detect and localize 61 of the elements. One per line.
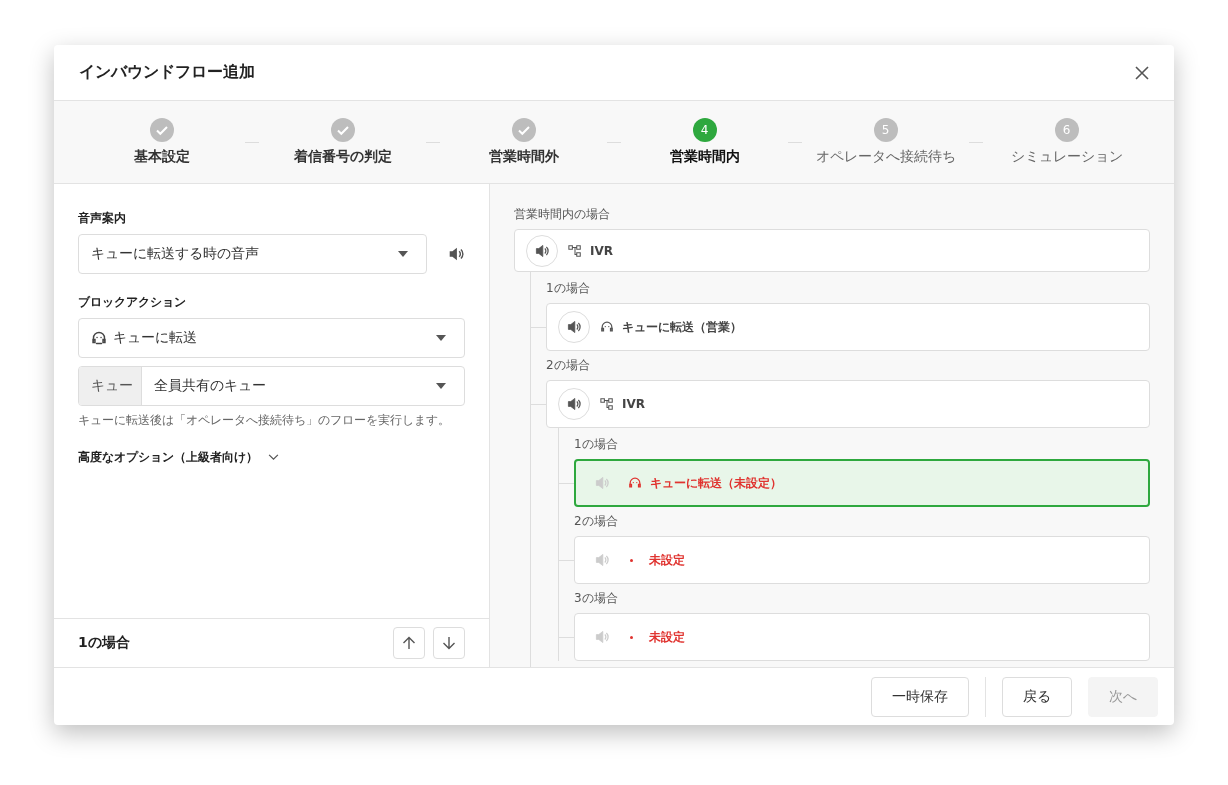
- arrow-down-icon: [442, 636, 456, 650]
- flow-node[interactable]: キューに転送（営業）: [546, 303, 1150, 351]
- chevron-icon: [268, 454, 279, 461]
- branch-icon: [600, 397, 614, 411]
- dialog-title: インバウンドフロー追加: [79, 62, 255, 83]
- caret-icon: [436, 335, 446, 341]
- node-label: 未設定: [649, 628, 685, 646]
- speaker-icon: [594, 552, 610, 568]
- caret-icon: [398, 251, 408, 257]
- action-select[interactable]: キューに転送: [78, 318, 465, 358]
- hint-text: キューに転送後は「オペレータへ接続待ち」のフローを実行します。: [78, 412, 451, 429]
- step-number: 6: [1054, 118, 1079, 142]
- node-label: IVR: [590, 243, 613, 258]
- headset-icon: [91, 330, 107, 346]
- footer-button[interactable]: 一時保存: [871, 676, 969, 717]
- flow-node[interactable]: IVR: [546, 380, 1150, 428]
- field-label: ブロックアクション: [78, 294, 187, 311]
- dot-icon: [630, 635, 633, 639]
- step-label[interactable]: 着信番号の判定: [293, 148, 392, 166]
- speaker-icon: [534, 242, 550, 259]
- voice-select[interactable]: キューに転送する時の音声: [78, 234, 427, 274]
- advanced-toggle[interactable]: 高度なオプション（上級者向け）: [78, 449, 465, 466]
- step-label[interactable]: オペレータへ接続待ち: [815, 148, 956, 166]
- flow-node[interactable]: 未設定: [574, 613, 1150, 661]
- queue-select[interactable]: キュー 全員共有のキュー: [78, 366, 465, 406]
- step-number: 4: [692, 118, 717, 142]
- close-icon[interactable]: [1135, 65, 1149, 80]
- case-label: 1の場合: [546, 280, 591, 297]
- node-label: キューに転送（営業）: [622, 318, 742, 336]
- speaker-icon: [566, 396, 582, 412]
- case-label: 2の場合: [574, 513, 619, 530]
- footer-button[interactable]: 戻る: [1002, 676, 1072, 717]
- move-up-button[interactable]: [393, 627, 425, 659]
- dot-icon: [630, 558, 633, 562]
- speaker-icon: [594, 629, 610, 645]
- case-label: 3の場合: [574, 590, 619, 607]
- node-label: キューに転送（未設定）: [650, 474, 782, 492]
- case-label: 2の場合: [546, 357, 591, 374]
- case-title: 1の場合: [78, 634, 131, 652]
- flow-node[interactable]: キューに転送（未設定）: [574, 459, 1150, 507]
- step-label[interactable]: 基本設定: [133, 148, 190, 166]
- step-label[interactable]: シミュレーション: [1010, 148, 1123, 166]
- flow-node[interactable]: 未設定: [574, 536, 1150, 584]
- step-number: 5: [873, 118, 898, 142]
- case-label: 1の場合: [574, 436, 619, 453]
- headset-icon: [628, 476, 642, 490]
- case-label: 営業時間内の場合: [514, 206, 611, 223]
- step-label[interactable]: 営業時間内: [669, 148, 740, 166]
- node-label: 未設定: [649, 551, 685, 569]
- step-label[interactable]: 営業時間外: [488, 148, 559, 166]
- field-label: 音声案内: [78, 210, 127, 227]
- headset-icon: [600, 320, 614, 334]
- speaker-icon: [566, 319, 582, 335]
- move-down-button[interactable]: [433, 627, 465, 659]
- caret-icon: [436, 383, 446, 389]
- flow-node[interactable]: IVR: [514, 229, 1150, 272]
- speaker-icon[interactable]: [447, 245, 465, 263]
- arrow-up-icon: [402, 636, 416, 650]
- branch-icon: [568, 243, 582, 258]
- node-label: IVR: [622, 397, 645, 411]
- speaker-icon: [594, 475, 610, 491]
